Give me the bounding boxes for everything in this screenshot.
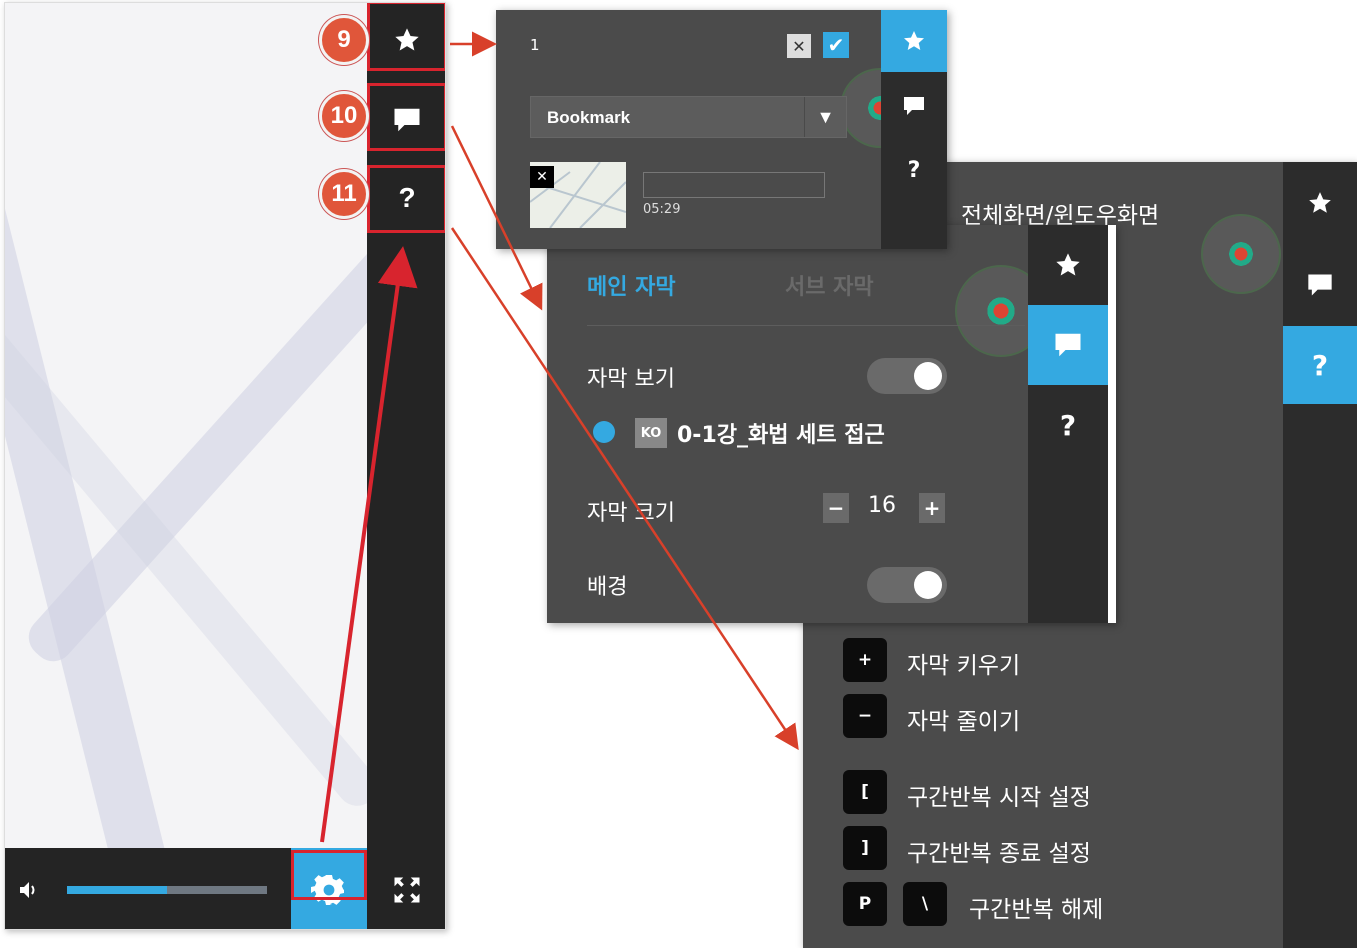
bookmark-panel-sidebar: ? (881, 10, 947, 249)
speech-bubble-icon (1055, 333, 1081, 357)
help-tab[interactable]: ? (881, 140, 947, 200)
highlight-box (367, 3, 445, 71)
highlight-box (367, 83, 445, 151)
shortcut-label: 구간반복 시작 설정 (907, 785, 1091, 811)
volume-slider[interactable] (67, 886, 267, 894)
help-label: ? (1059, 408, 1077, 442)
speaker-icon (20, 882, 35, 898)
bookmark-panel: 1 ✕ ✔ Bookmark ▼ ✕ 05:29 ? (496, 10, 947, 249)
shortcut-label: 구간반복 종료 설정 (907, 841, 1091, 867)
help-tab[interactable]: ? (1283, 326, 1357, 404)
volume-level (67, 886, 167, 894)
player-control-bar (5, 848, 445, 929)
shortcut-key: [ (843, 770, 887, 814)
star-icon (904, 31, 924, 50)
star-icon (1309, 192, 1331, 213)
caption-tab[interactable] (881, 76, 947, 136)
highlight-box (291, 850, 367, 900)
watermark-logo (1201, 214, 1281, 294)
highlight-box (367, 165, 445, 233)
caption-size-value: 16 (868, 493, 896, 518)
toggle-knob (914, 362, 942, 390)
bookmark-tab[interactable] (1028, 225, 1108, 305)
language-badge: KO (635, 418, 667, 448)
bookmark-tab[interactable] (881, 10, 947, 72)
panel-edge (1108, 225, 1116, 623)
shortcut-key: P (843, 882, 887, 926)
caption-panel-sidebar: ? (1028, 225, 1108, 623)
video-player: ? 9 10 11 (4, 2, 446, 930)
help-tab[interactable]: ? (1028, 389, 1108, 461)
background-label: 배경 (587, 575, 628, 600)
bookmark-timestamp: 05:29 (643, 202, 681, 217)
size-decrease-button[interactable]: − (823, 493, 849, 523)
fullscreen-icon (394, 877, 420, 902)
bookmark-delete-button[interactable]: ✕ (530, 166, 554, 188)
bookmark-number: 1 (530, 36, 540, 54)
divider (587, 325, 1025, 326)
tab-sub-caption[interactable]: 서브 자막 (785, 269, 874, 301)
shortcut-label: 구간반복 해제 (969, 897, 1104, 923)
speech-bubble-icon (1308, 274, 1332, 296)
bookmark-confirm-button[interactable]: ✔ (823, 32, 849, 58)
bookmark-select-value: Bookmark (547, 108, 631, 127)
volume-button[interactable] (17, 878, 41, 906)
bookmark-select[interactable]: Bookmark ▼ (530, 96, 847, 138)
shortcut-key: + (843, 638, 887, 682)
shortcut-key: − (843, 694, 887, 738)
track-radio[interactable] (593, 421, 615, 443)
background-toggle[interactable] (867, 567, 947, 603)
size-increase-button[interactable]: + (919, 493, 945, 523)
help-label: ? (907, 157, 921, 183)
bookmark-name-input[interactable] (643, 172, 825, 198)
caption-track-name: 0-1강_화법 세트 접근 (677, 423, 885, 448)
bookmark-cancel-button[interactable]: ✕ (787, 34, 811, 58)
callout-badge-10: 10 (319, 91, 369, 141)
show-caption-toggle[interactable] (867, 358, 947, 394)
speech-bubble-icon (904, 97, 924, 115)
shortcut-label: 자막 키우기 (907, 653, 1021, 679)
show-caption-label: 자막 보기 (587, 367, 675, 392)
help-panel-sidebar: ? (1283, 162, 1357, 948)
help-label: ? (1311, 348, 1329, 382)
callout-badge-11: 11 (319, 169, 369, 219)
toggle-knob (914, 571, 942, 599)
chevron-down-icon: ▼ (804, 97, 846, 137)
caption-tab[interactable] (1028, 305, 1108, 385)
tab-main-caption[interactable]: 메인 자막 (587, 269, 676, 301)
caption-tab[interactable] (1283, 244, 1357, 326)
bookmark-tab[interactable] (1283, 162, 1357, 244)
shortcut-key: \ (903, 882, 947, 926)
caption-panel: 메인 자막 서브 자막 자막 보기 KO 0-1강_화법 세트 접근 자막 크기… (547, 225, 1116, 623)
shortcut-label: 자막 줄이기 (907, 709, 1021, 735)
callout-badge-9: 9 (319, 15, 369, 65)
shortcut-key: ] (843, 826, 887, 870)
star-icon (1056, 253, 1080, 276)
fullscreen-button[interactable] (367, 848, 445, 929)
caption-size-label: 자막 크기 (587, 501, 675, 526)
